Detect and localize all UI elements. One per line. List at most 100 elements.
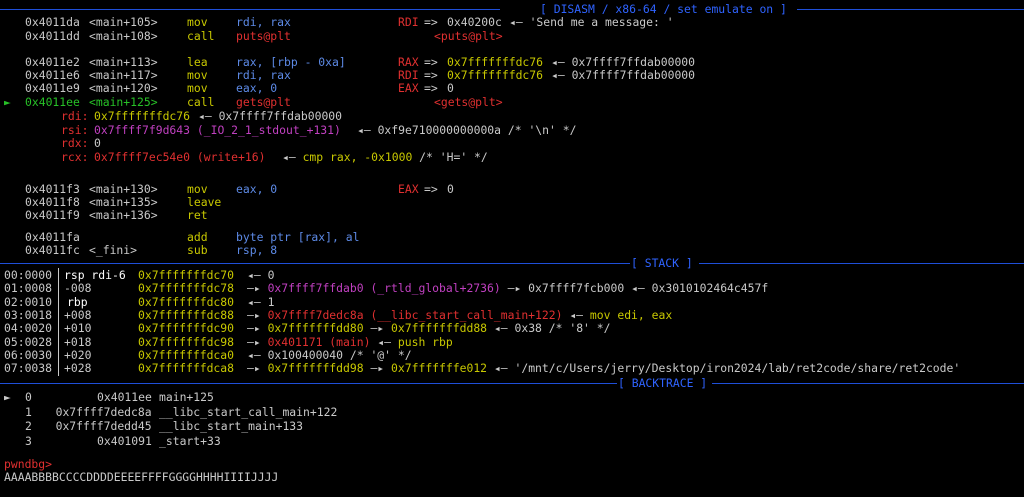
instr-mnemonic: ret	[187, 208, 208, 222]
instr-symbol: <main+136>	[89, 208, 158, 222]
instr-mnemonic: mov	[187, 81, 208, 95]
instr-address: 0x4011dd	[25, 29, 80, 43]
stack-address: 0x7fffffffdc90	[138, 321, 235, 336]
instr-operands: rdi, rax	[236, 15, 291, 29]
stack-separator	[58, 268, 59, 376]
stack-value-part: —▸	[247, 321, 268, 336]
instr-operands: gets@plt	[236, 95, 291, 109]
anno-value: 0	[447, 182, 454, 196]
instr-address: 0x4011e9	[25, 81, 80, 95]
stack-value-part: ◂— 0x100400040 /* '@' */	[247, 347, 412, 362]
stack-offset: +008	[64, 307, 92, 322]
stack-address: 0x7fffffffdca0	[138, 347, 235, 362]
stack-index: 07:0038	[4, 361, 53, 376]
arg-name: rcx:	[61, 150, 89, 164]
backtrace-header-rule-left	[0, 383, 617, 384]
arg-value: 0x7fffffffdc76	[94, 109, 191, 123]
instr-address: 0x4011f9	[25, 208, 80, 222]
input-line[interactable]: AAAABBBBCCCCDDDDEEEEFFFFGGGGHHHHIIIIJJJJ	[0, 471, 278, 484]
frame-address: 0x401091	[97, 434, 152, 449]
instr-address: 0x4011fc	[25, 243, 80, 257]
stack-value: —▸ 0x7fffffffdd80 —▸ 0x7fffffffdd88 ◂— 0…	[247, 322, 611, 335]
anno-value: 0x40200c	[447, 15, 502, 29]
instr-symbol: <main+125>	[89, 95, 158, 109]
anno-value: 0x7fffffffdc76	[447, 68, 544, 82]
anno-register: EAX	[398, 81, 419, 95]
stack-value: ◂— 0	[247, 269, 274, 282]
stack-index: 06:0030	[4, 347, 53, 362]
frame-symbol: __libc_start_call_main+122	[159, 404, 338, 419]
anno-tail: ◂— 'Send me a message: '	[509, 15, 674, 29]
backtrace-header-rule-right	[712, 383, 1024, 384]
instr-operands: rsp, 8	[236, 243, 278, 257]
stack-index: 04:0020	[4, 321, 53, 336]
instr-address: 0x4011ee	[25, 95, 80, 109]
arg-tail-part: /* 'H=' */	[412, 150, 488, 164]
instr-symbol: <main+108>	[89, 29, 158, 43]
stack-value: ◂— 0x100400040 /* '@' */	[247, 347, 412, 362]
current-instruction-marker: ►	[4, 95, 11, 109]
stack-value: —▸ 0x401171 (main) ◂— push rbp	[247, 334, 453, 349]
stack-value-part: 0x7fffffffdd98	[267, 361, 364, 376]
anno-register: EAX	[398, 182, 419, 196]
backtrace-marker: ►	[4, 390, 11, 404]
stack-index: 03:0018	[4, 307, 53, 322]
disasm-header-rule-right	[797, 9, 1024, 10]
stack-value-part: —▸	[247, 307, 268, 322]
stack-value-part: 0x7fffffffdd80	[267, 321, 364, 336]
prompt-input[interactable]: AAAABBBBCCCCDDDDEEEEFFFFGGGGHHHHIIIIJJJJ	[4, 471, 278, 484]
frame-address: 0x4011ee	[97, 390, 152, 404]
frame-number: 0	[25, 390, 32, 404]
stack-value-part: ◂— 0x38 /* '8' */	[487, 321, 611, 336]
backtrace-header-title: [ BACKTRACE ]	[618, 376, 708, 390]
stack-address: 0x7fffffffdc70	[138, 268, 235, 282]
stack-value: ◂— 1	[247, 294, 275, 309]
stack-value-part: 0x7ffff7dedc8a (__libc_start_call_main+1…	[267, 307, 563, 322]
instr-symbol: <main+105>	[89, 15, 158, 29]
stack-header-title: [ STACK ]	[631, 256, 693, 270]
instr-mnemonic: call	[187, 95, 215, 109]
instr-operands: puts@plt	[236, 29, 291, 43]
frame-symbol: __libc_start_main+133	[159, 419, 304, 434]
arg-value: 0x7ffff7ec54e0 (write+16)	[94, 150, 266, 164]
stack-index: 01:0008	[4, 281, 53, 296]
stack-value-part: 0x7fffffffdd88	[391, 321, 488, 336]
arg-tail-part: ◂—	[282, 150, 303, 164]
frame-symbol: _start+33	[159, 434, 221, 449]
stack-value-part: ◂— '/mnt/c/Users/jerry/Desktop/iron2024/…	[487, 361, 961, 376]
stack-address: 0x7fffffffdc78	[138, 281, 235, 296]
stack-value: —▸ 0x7fffffffdd98 —▸ 0x7fffffffe012 ◂— '…	[247, 362, 960, 375]
stack-offset: rbp	[67, 294, 88, 309]
anno-arrow: =>	[424, 81, 438, 95]
stack-value-part: —▸	[247, 334, 268, 349]
anno-symbol: <puts@plt>	[434, 29, 503, 43]
instr-address: 0x4011da	[25, 15, 80, 29]
stack-address: 0x7fffffffdc98	[138, 334, 235, 349]
stack-value-part: push rbp	[397, 334, 453, 349]
frame-address: 0x7ffff7dedc8a	[55, 404, 152, 419]
arg-tail: ◂— 0x7ffff7ffdab00000	[198, 109, 343, 123]
stack-value: —▸ 0x7ffff7dedc8a (__libc_start_call_mai…	[247, 307, 672, 322]
stack-header-rule-right	[699, 263, 1024, 264]
instr-mnemonic: sub	[187, 243, 208, 257]
stack-index: 02:0010	[4, 294, 53, 309]
instr-mnemonic: call	[187, 29, 215, 43]
frame-symbol: main+125	[159, 390, 214, 404]
stack-offset: +018	[64, 334, 92, 349]
instr-mnemonic: mov	[187, 15, 208, 29]
anno-arrow: =>	[424, 15, 438, 29]
arg-tail: ◂— 0xf9e710000000000a /* '\n' */	[357, 123, 577, 137]
stack-offset: +010	[64, 321, 92, 336]
stack-address: 0x7fffffffdca8	[138, 361, 235, 376]
stack-value-part: 0x401171 (main)	[267, 334, 371, 349]
stack-index: 00:0000	[4, 268, 53, 282]
instr-operands: eax, 0	[236, 81, 278, 95]
stack-offset: rsp rdi-6	[64, 268, 126, 282]
stack-value-part: ◂— 0	[247, 268, 275, 282]
stack-address: 0x7fffffffdc88	[138, 307, 235, 322]
anno-register: RDI	[398, 15, 419, 29]
stack-value-part: —▸	[247, 281, 268, 296]
arg-tail-part: cmp rax, -0x1000	[302, 150, 413, 164]
stack-value-part: ◂— 1	[247, 294, 275, 309]
stack-value-part: ◂—	[562, 307, 590, 322]
